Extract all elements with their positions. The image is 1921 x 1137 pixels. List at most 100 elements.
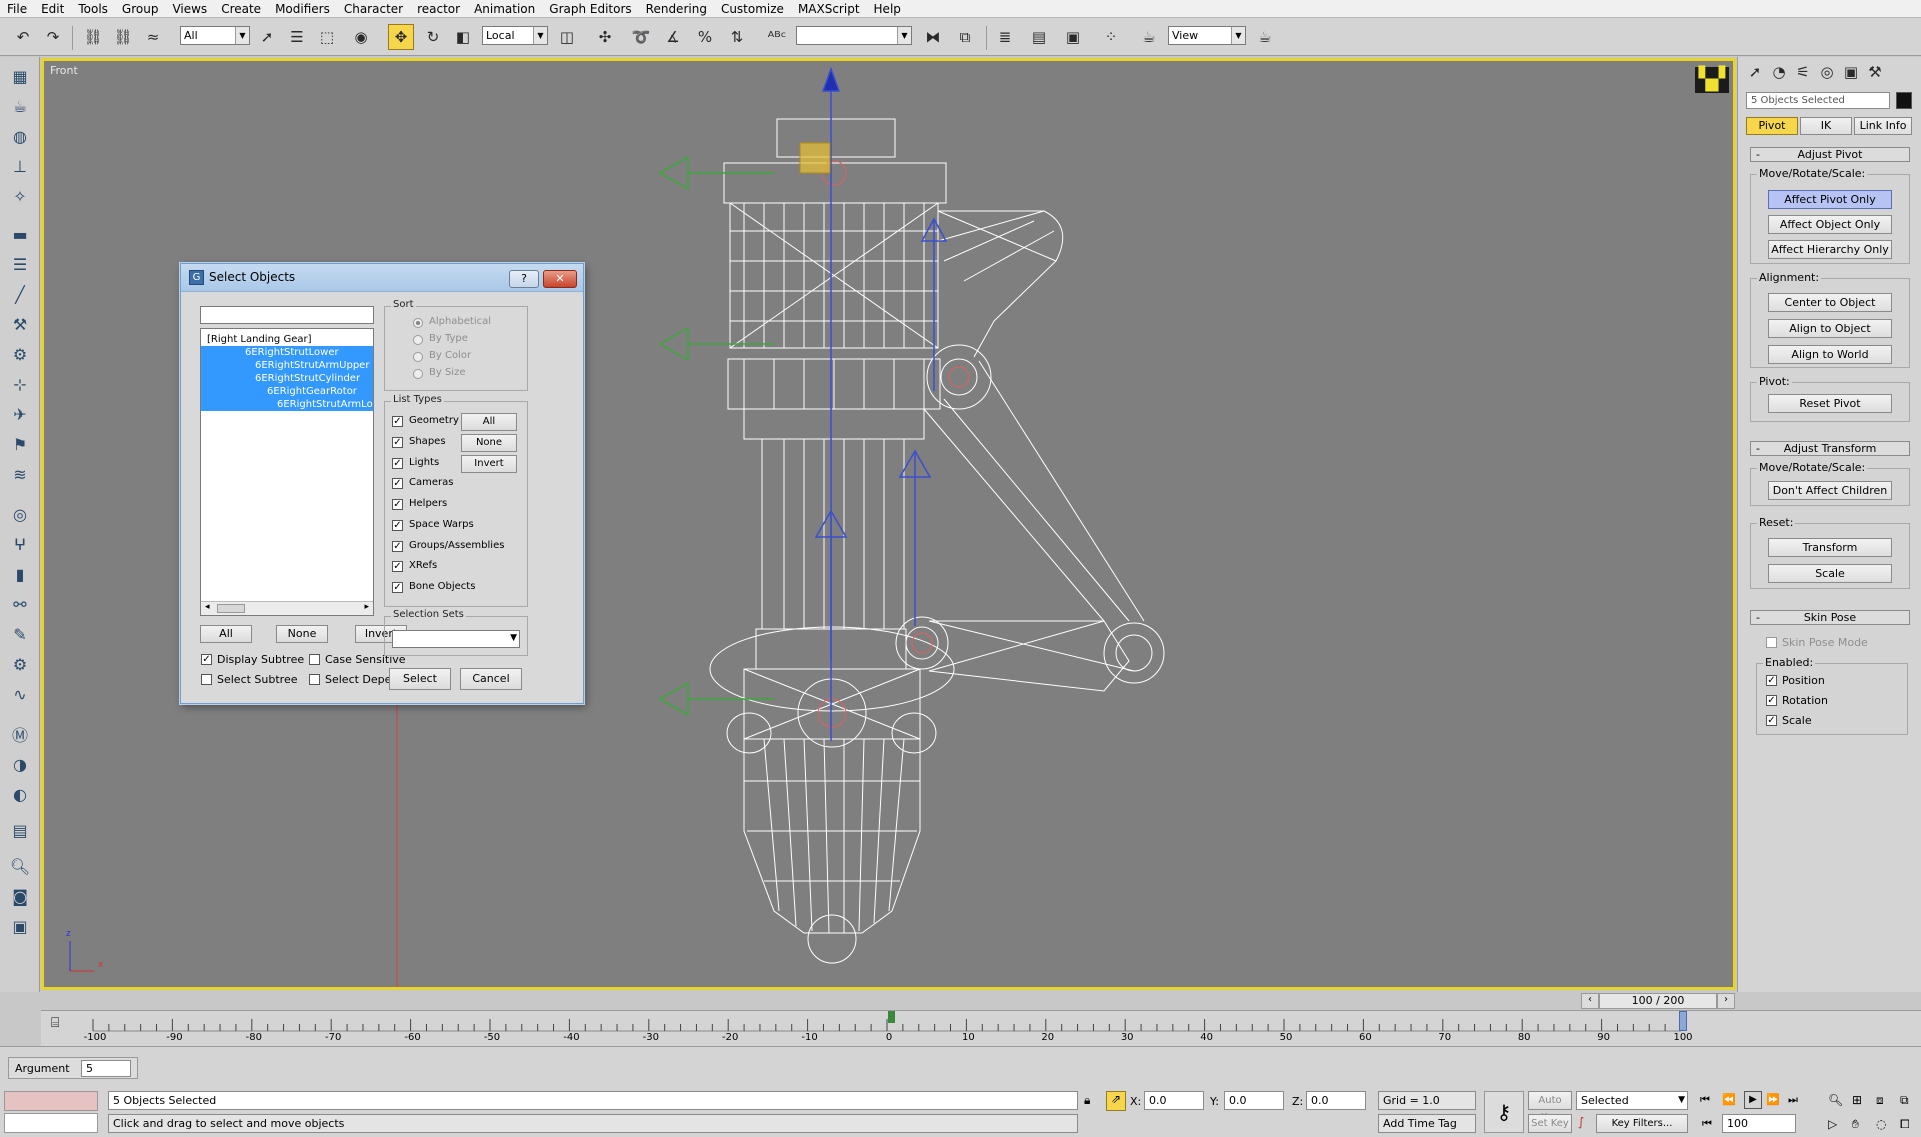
y-coordinate-input[interactable]: 0.0 bbox=[1224, 1091, 1284, 1110]
scroll-left-icon[interactable]: ◂ bbox=[205, 602, 210, 612]
auto-key-button[interactable]: Auto Key bbox=[1528, 1091, 1572, 1123]
dont-affect-children-button[interactable]: Don't Affect Children bbox=[1768, 481, 1892, 500]
menu-group[interactable]: Group bbox=[115, 0, 166, 18]
selection-name-field[interactable]: 5 Objects Selected bbox=[1746, 92, 1890, 109]
display-tab-icon[interactable]: ▣ bbox=[1840, 61, 1862, 83]
help-button[interactable]: ? bbox=[509, 270, 539, 288]
hierarchy-icon[interactable]: ⚑ bbox=[7, 431, 33, 457]
spinner-snap-icon[interactable]: ⇅ bbox=[724, 24, 750, 50]
adjust-pivot-rollout[interactable]: - Adjust Pivot bbox=[1750, 147, 1910, 162]
menu-reactor[interactable]: reactor bbox=[410, 0, 467, 18]
sculpt-icon[interactable]: ◐ bbox=[7, 781, 33, 807]
render-view-dropdown[interactable]: View ▼ bbox=[1168, 26, 1246, 45]
menu-edit[interactable]: Edit bbox=[34, 0, 71, 18]
rectangular-selection-icon[interactable]: ⬚ bbox=[314, 24, 340, 50]
mirror-icon[interactable]: ⧓ bbox=[920, 24, 946, 50]
named-selection-dropdown[interactable]: ▼ bbox=[796, 26, 912, 45]
zoom-icon[interactable]: 🔍︎ bbox=[1828, 1093, 1843, 1107]
motion-tab-icon[interactable]: ◎ bbox=[1816, 61, 1838, 83]
go-to-start-icon[interactable]: ⏮ bbox=[1700, 1093, 1710, 1107]
schematic-view-icon[interactable]: ▣ bbox=[1060, 24, 1086, 50]
maxscript-listener-white[interactable] bbox=[4, 1113, 98, 1133]
snaps-toggle-icon[interactable]: ➰ bbox=[628, 24, 654, 50]
wrench-icon[interactable]: ⚒ bbox=[7, 311, 33, 337]
bone-icon[interactable]: ▮ bbox=[7, 561, 33, 587]
center-to-object-button[interactable]: Center to Object bbox=[1768, 293, 1892, 312]
quick-render-icon[interactable]: ☕ bbox=[1252, 24, 1278, 50]
menu-tools[interactable]: Tools bbox=[71, 0, 115, 18]
teapot-icon[interactable]: ☕ bbox=[7, 93, 33, 119]
zoom-extents-icon[interactable]: ⧈ bbox=[1876, 1093, 1884, 1108]
skin-rotation-checkbox[interactable]: ✓ bbox=[1766, 695, 1777, 706]
geometry-checkbox[interactable]: ✓ bbox=[392, 416, 403, 427]
brush-icon[interactable]: ╱ bbox=[7, 281, 33, 307]
reset-scale-button[interactable]: Scale bbox=[1768, 564, 1892, 583]
select-and-rotate-icon[interactable]: ↻ bbox=[420, 24, 446, 50]
xrefs-checkbox[interactable]: ✓ bbox=[392, 561, 403, 572]
set-key-icon[interactable]: ⚷ bbox=[1484, 1091, 1524, 1133]
menu-modifiers[interactable]: Modifiers bbox=[268, 0, 337, 18]
sphere-icon[interactable]: ◍ bbox=[7, 123, 33, 149]
affect-hierarchy-only-button[interactable]: Affect Hierarchy Only bbox=[1768, 240, 1892, 259]
modify-icon[interactable]: ▬ bbox=[7, 221, 33, 247]
maximize-viewport-icon[interactable]: ⧠ bbox=[1900, 1117, 1910, 1132]
skin-pose-mode-checkbox[interactable] bbox=[1766, 637, 1777, 648]
menu-create[interactable]: Create bbox=[214, 0, 268, 18]
current-frame-input[interactable]: 100 bbox=[1722, 1114, 1796, 1133]
select-and-move-icon[interactable]: ✥ bbox=[388, 24, 414, 50]
select-object-icon[interactable]: ➚ bbox=[254, 24, 280, 50]
align-to-world-button[interactable]: Align to World bbox=[1768, 345, 1892, 364]
previous-frame-icon[interactable]: ⏪ bbox=[1722, 1093, 1736, 1106]
percent-snap-icon[interactable]: % bbox=[692, 24, 718, 50]
material-editor-icon[interactable]: ⁘ bbox=[1098, 24, 1124, 50]
skin-position-checkbox[interactable]: ✓ bbox=[1766, 675, 1777, 686]
maxscript-icon[interactable]: Ⓜ bbox=[7, 721, 33, 747]
plane-icon[interactable]: ⊥ bbox=[7, 153, 33, 179]
close-button[interactable]: ✕ bbox=[543, 270, 577, 288]
next-frame-icon[interactable]: ⏩ bbox=[1766, 1093, 1780, 1106]
menu-file[interactable]: File bbox=[0, 0, 34, 18]
menu-maxscript[interactable]: MAXScript bbox=[791, 0, 867, 18]
tree-item-strut-cylinder[interactable]: 6ERightStrutCylinder bbox=[201, 372, 373, 385]
key-curve-icon[interactable]: ∫ bbox=[1578, 1115, 1584, 1129]
object-tree-list[interactable]: [Right Landing Gear] 6ERightStrutLower 6… bbox=[200, 328, 374, 616]
tree-item-gear-rotor[interactable]: 6ERightGearRotor bbox=[201, 385, 373, 398]
argument-input[interactable]: 5 bbox=[81, 1060, 131, 1077]
space-warps-checkbox[interactable]: ✓ bbox=[392, 520, 403, 531]
select-subtree-checkbox[interactable] bbox=[201, 674, 212, 685]
tree-horizontal-scrollbar[interactable]: ◂ ▸ bbox=[201, 601, 373, 615]
layer-manager-icon[interactable]: ≣ bbox=[992, 24, 1018, 50]
link-icon[interactable]: ⚯ bbox=[7, 591, 33, 617]
adjust-transform-rollout[interactable]: - Adjust Transform bbox=[1750, 441, 1910, 456]
tree-all-button[interactable]: All bbox=[200, 625, 252, 643]
select-by-name-icon[interactable]: ☰ bbox=[284, 24, 310, 50]
lights-checkbox[interactable]: ✓ bbox=[392, 458, 403, 469]
motion-icon[interactable]: ◎ bbox=[7, 501, 33, 527]
align-to-object-button[interactable]: Align to Object bbox=[1768, 319, 1892, 338]
x-coordinate-input[interactable]: 0.0 bbox=[1144, 1091, 1204, 1110]
menu-graph-editors[interactable]: Graph Editors bbox=[542, 0, 638, 18]
skin-icon[interactable]: ✎ bbox=[7, 621, 33, 647]
axis-icon[interactable]: ⊹ bbox=[7, 371, 33, 397]
menu-customize[interactable]: Customize bbox=[714, 0, 791, 18]
skin-scale-checkbox[interactable]: ✓ bbox=[1766, 715, 1777, 726]
field-of-view-icon[interactable]: ▷ bbox=[1828, 1117, 1837, 1131]
types-all-button[interactable]: All bbox=[461, 413, 517, 431]
bone-objects-checkbox[interactable]: ✓ bbox=[392, 582, 403, 593]
go-to-end-icon[interactable]: ⏭ bbox=[1788, 1093, 1798, 1107]
reset-pivot-button[interactable]: Reset Pivot bbox=[1768, 394, 1892, 413]
dynamics-icon[interactable]: ⚙ bbox=[7, 651, 33, 677]
zoom-icon[interactable]: 🔍︎ bbox=[7, 853, 33, 879]
play-icon[interactable]: ▶ bbox=[1744, 1091, 1762, 1109]
unlink-icon[interactable]: ⛓ bbox=[110, 24, 136, 50]
affect-object-only-button[interactable]: Affect Object Only bbox=[1768, 215, 1892, 234]
reference-coord-dropdown[interactable]: Local ▼ bbox=[482, 26, 548, 45]
tree-none-button[interactable]: None bbox=[276, 625, 328, 643]
helpers-checkbox[interactable]: ✓ bbox=[392, 499, 403, 510]
tree-item-strut-arm-upper[interactable]: 6ERightStrutArmUpper bbox=[201, 359, 373, 372]
skin-pose-rollout[interactable]: - Skin Pose bbox=[1750, 610, 1910, 625]
affect-pivot-only-button[interactable]: Affect Pivot Only bbox=[1768, 190, 1892, 209]
key-filters-button[interactable]: Key Filters... bbox=[1596, 1114, 1688, 1133]
time-slider[interactable]: ‹ 100 / 200 › bbox=[41, 992, 1736, 1010]
hierarchy-tab-icon[interactable]: ⚟ bbox=[1792, 61, 1814, 83]
